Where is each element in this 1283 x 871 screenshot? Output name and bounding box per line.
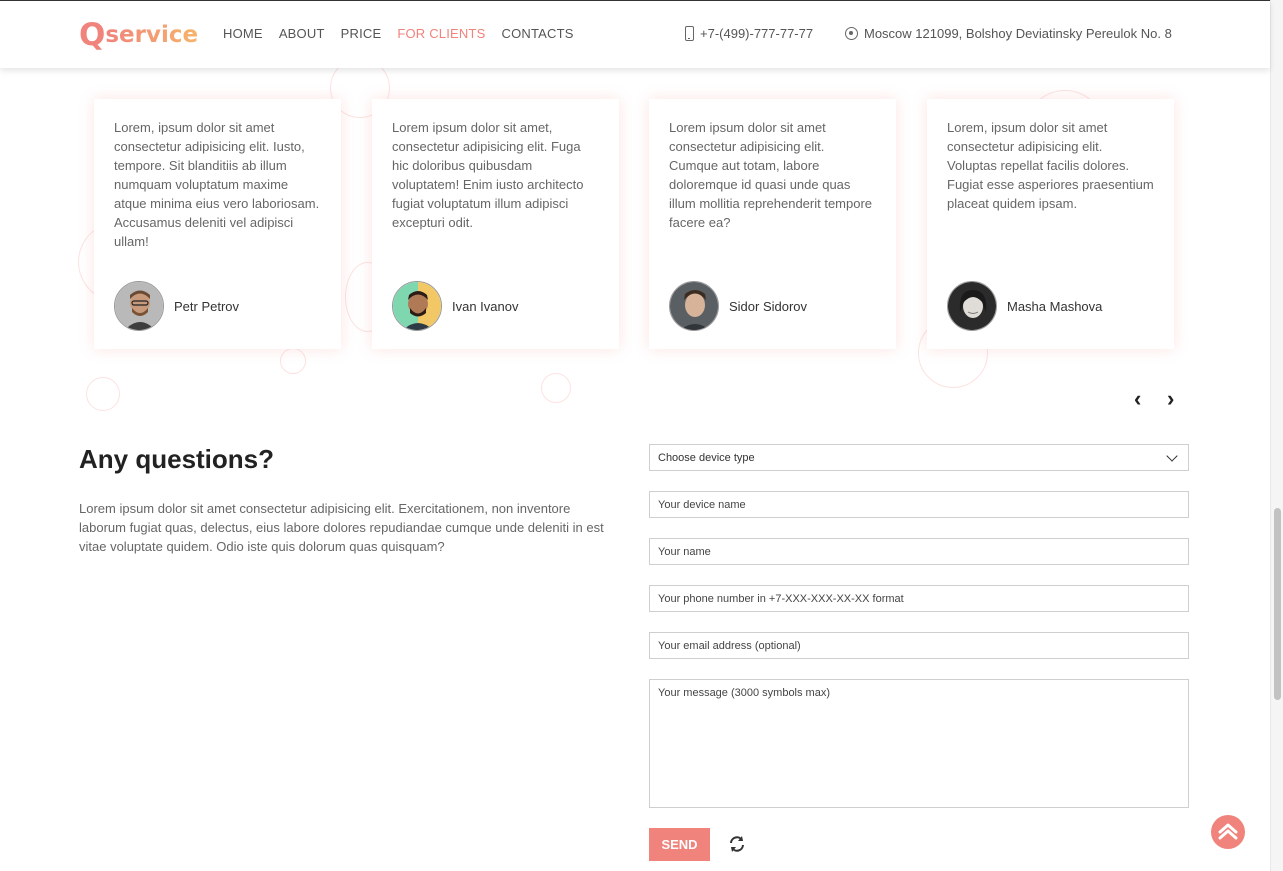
logo[interactable]: Q service xyxy=(79,17,198,53)
header-phone[interactable]: +7-(499)-777-77-77 xyxy=(685,26,813,41)
device-type-select[interactable]: Choose device type xyxy=(649,444,1189,471)
reviewer-name: Masha Mashova xyxy=(1007,298,1103,314)
reviewer: Masha Mashova xyxy=(947,281,1102,331)
main-nav: HOME ABOUT PRICE FOR CLIENTS CONTACTS xyxy=(223,26,574,41)
review-text: Lorem, ipsum dolor sit amet consectetur … xyxy=(114,120,320,249)
logo-q: Q xyxy=(79,16,106,53)
questions-text: Lorem ipsum dolor sit amet consectetur a… xyxy=(79,501,604,554)
review-card: Lorem ipsum dolor sit amet consectetur a… xyxy=(649,99,896,349)
questions-title: Any questions? xyxy=(79,444,275,474)
decor-circle xyxy=(280,348,306,374)
reviewer: Ivan Ivanov xyxy=(392,281,519,331)
review-card: Lorem, ipsum dolor sit amet consectetur … xyxy=(927,99,1174,349)
device-name-input[interactable] xyxy=(649,491,1189,518)
nav-for-clients[interactable]: FOR CLIENTS xyxy=(397,26,485,41)
review-text: Lorem ipsum dolor sit amet consectetur a… xyxy=(669,120,873,230)
reviewer: Sidor Sidorov xyxy=(669,281,807,331)
avatar xyxy=(947,281,997,331)
name-input[interactable] xyxy=(649,538,1189,565)
address-text: Moscow 121099, Bolshoy Deviatinsky Pereu… xyxy=(864,26,1172,41)
phone-input[interactable] xyxy=(649,585,1189,612)
review-card: Lorem, ipsum dolor sit amet consectetur … xyxy=(94,99,341,349)
nav-about[interactable]: ABOUT xyxy=(279,26,325,41)
nav-contacts[interactable]: CONTACTS xyxy=(502,26,574,41)
reviewer-name: Petr Petrov xyxy=(174,298,240,314)
scroll-to-top-icon xyxy=(1218,823,1238,840)
decor-circle xyxy=(541,373,571,403)
scrollbar-thumb[interactable] xyxy=(1274,508,1281,700)
review-text: Lorem, ipsum dolor sit amet consectetur … xyxy=(947,120,1154,211)
nav-home[interactable]: HOME xyxy=(223,26,263,41)
chevron-down-icon xyxy=(1166,449,1178,462)
device-type-value: Choose device type xyxy=(658,451,755,464)
reviewer: Petr Petrov xyxy=(114,281,239,331)
email-input[interactable] xyxy=(649,632,1189,659)
reviewer-name: Sidor Sidorov xyxy=(729,298,808,314)
nav-price[interactable]: PRICE xyxy=(341,26,382,41)
page-scrollbar[interactable] xyxy=(1270,0,1283,871)
message-textarea[interactable] xyxy=(649,679,1189,808)
phone-icon xyxy=(685,26,694,41)
review-text: Lorem ipsum dolor sit amet, consectetur … xyxy=(392,120,584,230)
avatar xyxy=(669,281,719,331)
refresh-icon[interactable] xyxy=(727,834,747,854)
review-card: Lorem ipsum dolor sit amet, consectetur … xyxy=(372,99,619,349)
logo-text: service xyxy=(105,21,199,48)
location-icon xyxy=(845,27,858,40)
avatar xyxy=(392,281,442,331)
header-address: Moscow 121099, Bolshoy Deviatinsky Pereu… xyxy=(845,26,1172,41)
site-header: Q service HOME ABOUT PRICE FOR CLIENTS C… xyxy=(0,1,1270,68)
reviewer-name: Ivan Ivanov xyxy=(452,298,519,314)
phone-number: +7-(499)-777-77-77 xyxy=(700,26,814,41)
send-button[interactable]: SEND xyxy=(649,828,710,861)
decor-circle xyxy=(86,377,120,411)
slider-next-button[interactable]: › xyxy=(1167,388,1174,410)
slider-prev-button[interactable]: ‹ xyxy=(1134,388,1141,410)
avatar xyxy=(114,281,164,331)
scroll-to-top-button[interactable] xyxy=(1211,815,1245,849)
